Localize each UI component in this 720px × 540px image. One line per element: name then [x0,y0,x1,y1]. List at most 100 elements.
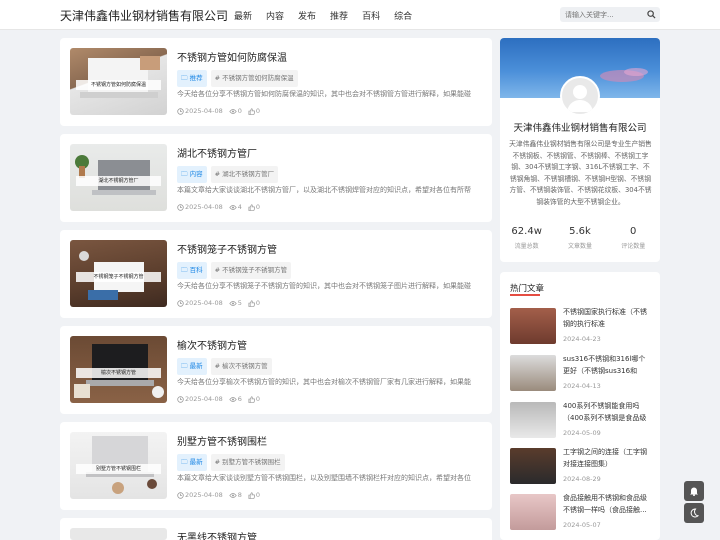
category-badge[interactable]: 🗀 最新 [177,454,207,471]
notification-button[interactable] [684,481,704,501]
article-date: 2025-04-08 [185,395,223,403]
article-title[interactable]: 不锈钢方管如何防腐保温 [177,49,287,64]
article-thumbnail[interactable] [70,528,167,540]
hot-article-thumbnail[interactable] [510,494,556,530]
hot-article-thumbnail[interactable] [510,355,556,391]
thumbnail-caption: 湖北不锈钢方管厂 [76,176,161,186]
hot-article-title[interactable]: 400系列不锈钢能食用吗（400系列不锈钢是食品级不... [563,401,650,424]
article-card[interactable]: 湖北不锈钢方管厂 湖北不锈钢方管厂 🗀 内容 # 湖北不锈钢方管厂 本篇文章给大… [60,134,492,222]
stat-comments: 0 评论数量 [607,226,660,250]
category-label: 内容 [189,170,203,178]
hot-article-item[interactable]: 工字钢之间的连接（工字钢对接连接图集） 2024-08-29 [510,448,650,484]
heading-underline [510,294,540,296]
article-card[interactable]: 榆次不锈钢方管 榆次不锈钢方管 🗀 最新 # 榆次不锈钢方管 今天给各位分享榆次… [60,326,492,414]
tag-badge[interactable]: # 不锈钢方管如何防腐保温 [210,70,298,87]
view-count: 8 [237,491,242,499]
article-thumbnail[interactable]: 不锈钢方管如何防腐保温 [70,48,167,115]
hot-article-item[interactable]: 不锈钢国家执行标准（不锈钢的执行标准gb4806920... 2024-04-2… [510,308,650,344]
stat-value: 5.6k [569,226,591,237]
bell-icon [690,487,698,496]
tag-badge[interactable]: # 别墅方管不锈钢围栏 [210,454,285,471]
moon-icon [690,508,699,518]
dark-mode-toggle[interactable] [684,503,704,523]
view-count: 6 [237,395,242,403]
article-date: 2025-04-08 [185,299,223,307]
hot-article-date: 2024-04-23 [563,335,601,343]
hot-article-item[interactable]: sus316不锈钢和316l哪个更好（不锈钢sus316和316... 2024… [510,355,650,391]
profile-card: 天津伟鑫伟业钢材销售有限公司 天津伟鑫伟业钢材销售有限公司是专业生产销售不锈钢板… [500,38,660,262]
nav-item-content[interactable]: 内容 [266,9,284,22]
category-badge[interactable]: 🗀 推荐 [177,70,207,87]
thumbs-up-icon [248,491,255,499]
nav-item-latest[interactable]: 最新 [234,9,252,22]
view-count: 5 [237,299,242,307]
like-count: 0 [255,107,261,115]
thumbs-up-icon [248,107,255,115]
category-badge[interactable]: 🗀 百科 [177,262,207,279]
article-card[interactable]: 不锈钢方管如何防腐保温 不锈钢方管如何防腐保温 🗀 推荐 # 不锈钢方管如何防腐… [60,38,492,126]
tag-badge[interactable]: # 榆次不锈钢方管 [210,358,272,375]
site-title[interactable]: 天津伟鑫伟业钢材销售有限公司 [60,7,228,24]
hot-article-thumbnail[interactable] [510,308,556,344]
nav-item-recommend[interactable]: 推荐 [330,9,348,22]
clock-icon [177,107,184,115]
article-title[interactable]: 湖北不锈钢方管厂 [177,145,257,160]
hot-article-title[interactable]: 工字钢之间的连接（工字钢对接连接图集） [563,447,650,470]
thumbs-up-icon [248,299,255,307]
stat-label: 评论数量 [621,243,646,250]
thumbnail-caption: 别墅方管不锈钢围栏 [76,464,161,474]
eye-icon [229,396,237,402]
stat-articles: 5.6k 文章数量 [553,226,606,250]
article-thumbnail[interactable]: 不锈钢笼子不锈钢方管 [70,240,167,307]
eye-icon [229,492,237,498]
like-count: 0 [255,299,261,307]
hot-article-title[interactable]: sus316不锈钢和316l哪个更好（不锈钢sus316和316... [563,354,650,377]
like-count: 0 [255,203,261,211]
folder-icon: 🗀 [181,74,188,82]
hot-article-date: 2024-08-29 [563,475,601,483]
hot-article-item[interactable]: 食品接触用不锈钢和食品级不锈钢一样吗（食品接触... 2024-05-07 [510,494,650,530]
article-card[interactable]: 不锈钢笼子不锈钢方管 不锈钢笼子不锈钢方管 🗀 百科 # 不锈钢笼子不锈钢方管 … [60,230,492,318]
hot-article-thumbnail[interactable] [510,402,556,438]
stat-label: 流量总数 [514,243,539,250]
article-thumbnail[interactable]: 湖北不锈钢方管厂 [70,144,167,211]
user-avatar-icon [567,85,593,112]
article-title[interactable]: 无黑线不锈钢方管 [177,529,257,540]
hot-article-title[interactable]: 不锈钢国家执行标准（不锈钢的执行标准gb4806920... [563,307,650,330]
category-label: 最新 [189,458,203,466]
search-icon[interactable] [647,10,656,19]
article-card[interactable]: 无黑线不锈钢方管 [60,518,492,540]
stat-value: 0 [630,226,637,237]
category-badge[interactable]: 🗀 内容 [177,166,207,183]
folder-icon: 🗀 [181,266,188,274]
hot-article-title[interactable]: 食品接触用不锈钢和食品级不锈钢一样吗（食品接触... [563,493,650,516]
clock-icon [177,395,184,403]
view-count: 4 [237,203,242,211]
category-badge[interactable]: 🗀 最新 [177,358,207,375]
article-title[interactable]: 榆次不锈钢方管 [177,337,247,352]
article-thumbnail[interactable]: 榆次不锈钢方管 [70,336,167,403]
article-card[interactable]: 别墅方管不锈钢围栏 别墅方管不锈钢围栏 🗀 最新 # 别墅方管不锈钢围栏 本篇文… [60,422,492,510]
tag-badge[interactable]: # 湖北不锈钢方管厂 [210,166,279,183]
article-title[interactable]: 不锈钢笼子不锈钢方管 [177,241,277,256]
category-label: 百科 [189,266,203,274]
tag-badge[interactable]: # 不锈钢笼子不锈钢方管 [210,262,292,279]
hot-article-item[interactable]: 400系列不锈钢能食用吗（400系列不锈钢是食品级不... 2024-05-09 [510,402,650,438]
clock-icon [177,491,184,499]
avatar[interactable] [560,76,600,116]
article-title[interactable]: 别墅方管不锈钢围栏 [177,433,267,448]
article-excerpt: 本篇文章给大家谈谈别墅方管不锈钢围栏，以及别墅围墙不锈钢栏杆对应的知识点，希望对… [177,474,471,482]
folder-icon: 🗀 [181,362,188,370]
article-thumbnail[interactable]: 别墅方管不锈钢围栏 [70,432,167,499]
nav-item-general[interactable]: 综合 [394,9,412,22]
hot-article-date: 2024-04-13 [563,382,601,390]
category-label: 最新 [189,362,203,370]
search-input[interactable] [560,7,640,22]
thumbnail-caption: 不锈钢笼子不锈钢方管 [76,272,161,282]
hot-article-date: 2024-05-07 [563,521,601,529]
article-date: 2025-04-08 [185,491,223,499]
hot-article-date: 2024-05-09 [563,429,601,437]
nav-item-wiki[interactable]: 百科 [362,9,380,22]
hot-article-thumbnail[interactable] [510,448,556,484]
nav-item-publish[interactable]: 发布 [298,9,316,22]
